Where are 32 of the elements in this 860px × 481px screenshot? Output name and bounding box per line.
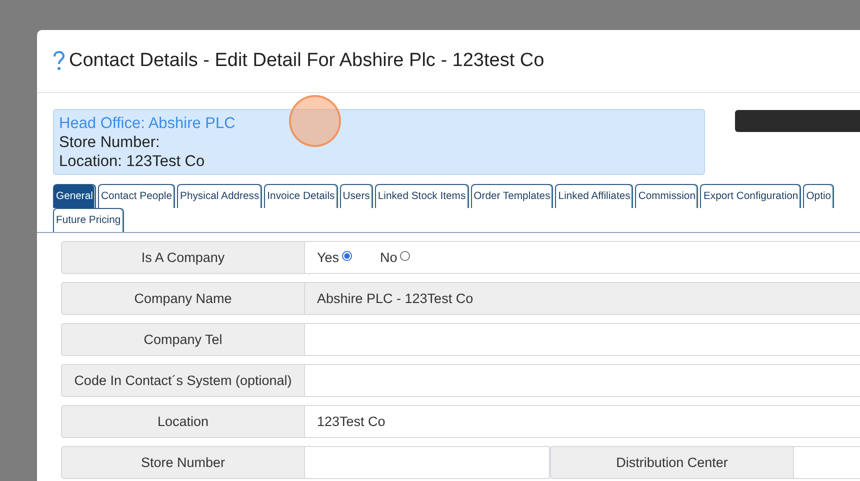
- tab[interactable]: Linked Stock Items: [374, 184, 469, 208]
- input-field[interactable]: 123Test Co: [305, 405, 860, 438]
- modal-title: Contact Details - Edit Detail For Abshire Plc - 123test Co: [69, 50, 544, 72]
- tab[interactable]: Export Configuration: [700, 184, 802, 208]
- field-label: Is A Company: [61, 241, 305, 274]
- field-label: Store Number: [61, 446, 305, 479]
- tab[interactable]: Future Pricing: [53, 208, 124, 232]
- field-label: Company Tel: [61, 323, 305, 356]
- tab[interactable]: Order Templates: [470, 184, 554, 208]
- field-label: Company Name: [61, 282, 305, 315]
- radio-button[interactable]: [342, 250, 352, 260]
- tab[interactable]: Linked Affiliates: [555, 184, 634, 208]
- cursor-highlight: [289, 95, 341, 147]
- input-field[interactable]: [305, 364, 860, 397]
- field-label: Distribution Center: [550, 446, 794, 479]
- tab[interactable]: Physical Address: [177, 184, 262, 208]
- tab[interactable]: General: [53, 184, 96, 208]
- summary-text: Store Number:: [59, 133, 161, 152]
- field-label: Code In Contact´s System (optional): [61, 364, 305, 397]
- tab[interactable]: Optio: [803, 184, 834, 208]
- tab[interactable]: Commission: [635, 184, 698, 208]
- field-label: Location: [61, 405, 305, 438]
- radio-button[interactable]: [400, 250, 410, 260]
- tab[interactable]: Invoice Details: [264, 184, 338, 208]
- summary-text: Location: 123Test Co: [59, 152, 206, 171]
- input-field[interactable]: [305, 446, 550, 479]
- input-field[interactable]: [305, 323, 860, 356]
- help-icon[interactable]: [53, 51, 65, 71]
- tab[interactable]: Users: [340, 184, 373, 208]
- radio-label: Yes: [317, 250, 340, 265]
- tab[interactable]: Contact People: [98, 184, 176, 208]
- radio-label: No: [380, 250, 398, 265]
